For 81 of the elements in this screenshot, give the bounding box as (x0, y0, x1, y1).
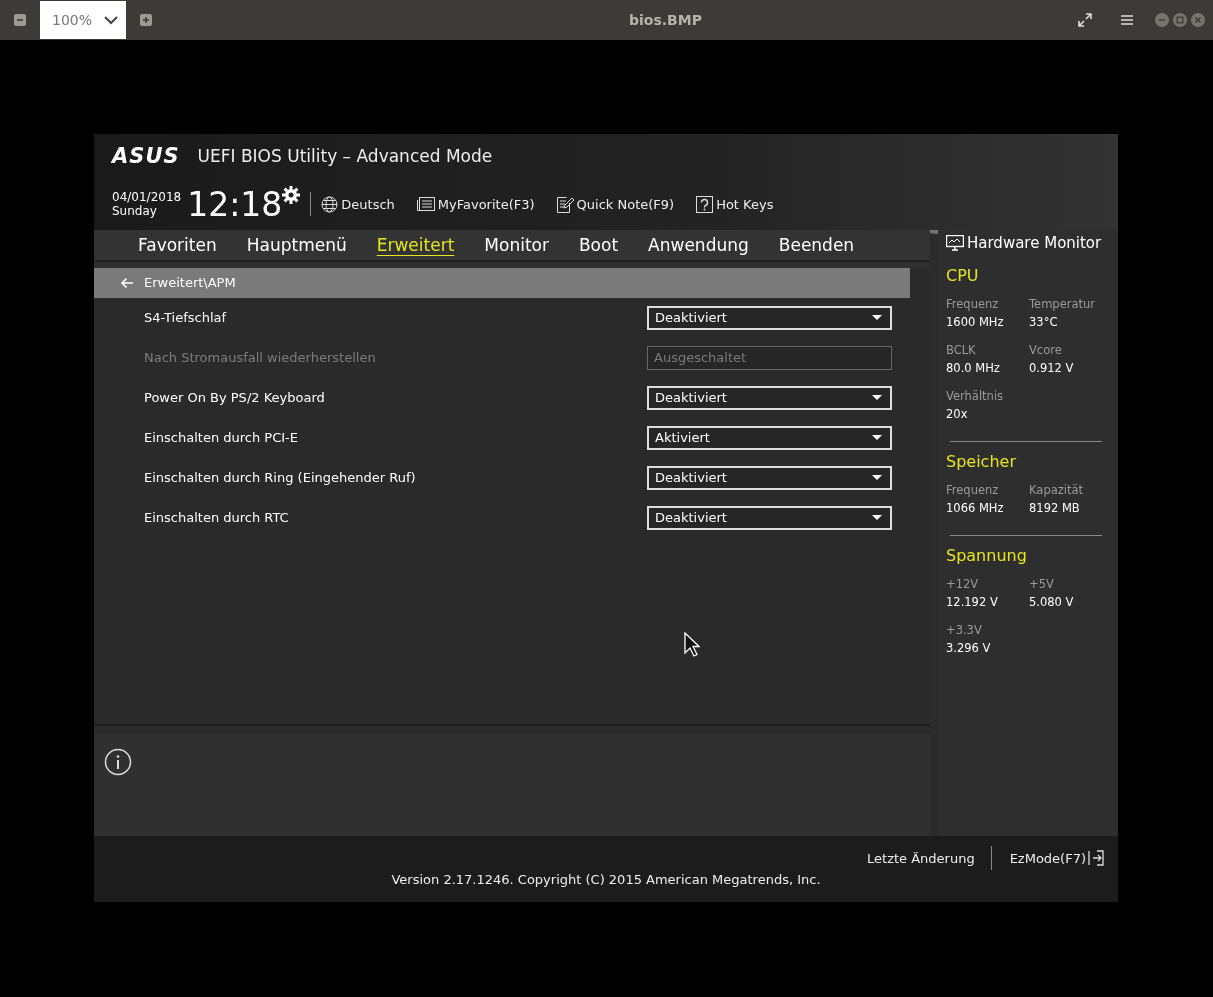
caret-down-icon (872, 315, 882, 321)
reading-value: 80.0 MHz (946, 361, 1001, 375)
menu-tab[interactable]: Favoriten (138, 234, 217, 255)
favorite-button[interactable]: MyFavorite(F3) (416, 196, 535, 212)
setting-label: Power On By PS/2 Keyboard (144, 390, 325, 406)
chevron-down-icon (104, 15, 118, 25)
reading-label: +3.3V (946, 623, 983, 637)
reading-value: 5.080 V (1029, 595, 1075, 609)
menu-tab[interactable]: Anwendung (648, 234, 749, 255)
section-title: Spannung (946, 546, 1028, 565)
reading-value: 1066 MHz (946, 501, 1005, 515)
menu-tab[interactable]: Beenden (778, 234, 855, 255)
note-pencil-icon (556, 195, 574, 213)
menu-tab[interactable]: Boot (578, 234, 619, 255)
expand-icon (1078, 13, 1092, 27)
reading-label: Vcore (1029, 343, 1063, 357)
setting-dropdown[interactable]: Deaktiviert (647, 385, 892, 410)
help-icon (696, 195, 714, 213)
reading-label: Temperatur (1029, 297, 1097, 311)
caret-down-icon (872, 515, 882, 521)
setting-dropdown[interactable]: Deaktiviert (647, 465, 892, 490)
setting-label: Einschalten durch Ring (Eingehender Ruf) (144, 470, 416, 486)
globe-icon (321, 195, 339, 213)
bios-title: UEFI BIOS Utility – Advanced Mode (197, 146, 493, 166)
minus-icon (14, 14, 26, 26)
day-text: Sunday (112, 204, 158, 218)
monitor-icon (946, 235, 964, 251)
last-change-button[interactable]: Letzte Änderung (867, 850, 975, 866)
version-text: Version 2.17.1246. Copyright (C) 2015 American Megatrends, Inc. (391, 872, 821, 887)
menu-tab[interactable]: Hauptmenü (246, 234, 347, 255)
gear-icon[interactable] (282, 186, 301, 204)
minimize-icon[interactable] (1155, 13, 1169, 27)
zoom-dropdown[interactable]: 100% (40, 1, 126, 39)
hot-keys-button[interactable]: Hot Keys (696, 195, 774, 213)
menu-tab[interactable]: Monitor (484, 234, 549, 255)
date-text: 04/01/2018 (112, 190, 182, 204)
reading-value: 12.192 V (946, 595, 999, 609)
maximize-icon[interactable] (1173, 13, 1187, 27)
reading-value: 33°C (1029, 315, 1059, 329)
setting-dropdown[interactable]: Deaktiviert (647, 505, 892, 530)
setting-dropdown[interactable]: Deaktiviert (647, 305, 892, 330)
reading-label: BCLK (946, 343, 977, 357)
setting-label: Nach Stromausfall wiederherstellen (144, 350, 376, 366)
reading-value: 8192 MB (1029, 501, 1081, 515)
breadcrumb-bar[interactable]: Erweitert\APM (94, 267, 910, 298)
caret-down-icon (872, 395, 882, 401)
section-title: CPU (946, 266, 980, 285)
info-icon (104, 748, 132, 777)
brand-logo: ASUS (112, 144, 180, 168)
mouse-cursor-icon (684, 632, 700, 658)
reading-value: 20x (946, 407, 969, 421)
plus-icon (140, 14, 152, 26)
exit-icon (1088, 850, 1104, 866)
close-icon[interactable] (1191, 13, 1205, 27)
setting-label: Einschalten durch PCI-E (144, 430, 298, 446)
back-arrow-icon (120, 276, 134, 289)
window-title: bios.BMP (628, 12, 703, 28)
reading-label: +5V (1029, 577, 1055, 591)
caret-down-icon (872, 475, 882, 481)
menu-tab[interactable]: Erweitert (376, 234, 455, 255)
reading-label: Frequenz (946, 483, 1000, 497)
reading-label: Frequenz (946, 297, 1000, 311)
menu-icon (1121, 15, 1133, 25)
caret-down-icon (872, 435, 882, 441)
reading-label: Kapazität (1029, 483, 1085, 497)
panel-title: Hardware Monitor (967, 234, 1102, 252)
section-title: Speicher (946, 452, 1017, 471)
list-icon (416, 197, 435, 211)
setting-label: S4-Tiefschlaf (144, 310, 227, 326)
ez-mode-button[interactable]: EzMode(F7) (1009, 850, 1104, 866)
reading-label: +12V (946, 577, 980, 591)
clock-time: 12:18 (187, 184, 283, 224)
quick-note-button[interactable]: Quick Note(F9) (556, 195, 675, 213)
language-button[interactable]: Deutsch (321, 195, 395, 213)
setting-label: Einschalten durch RTC (144, 510, 289, 526)
breadcrumb-path: Erweitert\APM (144, 275, 236, 291)
reading-value: 1600 MHz (946, 315, 1005, 329)
reading-value: 3.296 V (946, 641, 992, 655)
reading-label: Verhältnis (946, 389, 1005, 403)
setting-dropdown[interactable]: Aktiviert (647, 425, 892, 450)
reading-value: 0.912 V (1029, 361, 1075, 375)
